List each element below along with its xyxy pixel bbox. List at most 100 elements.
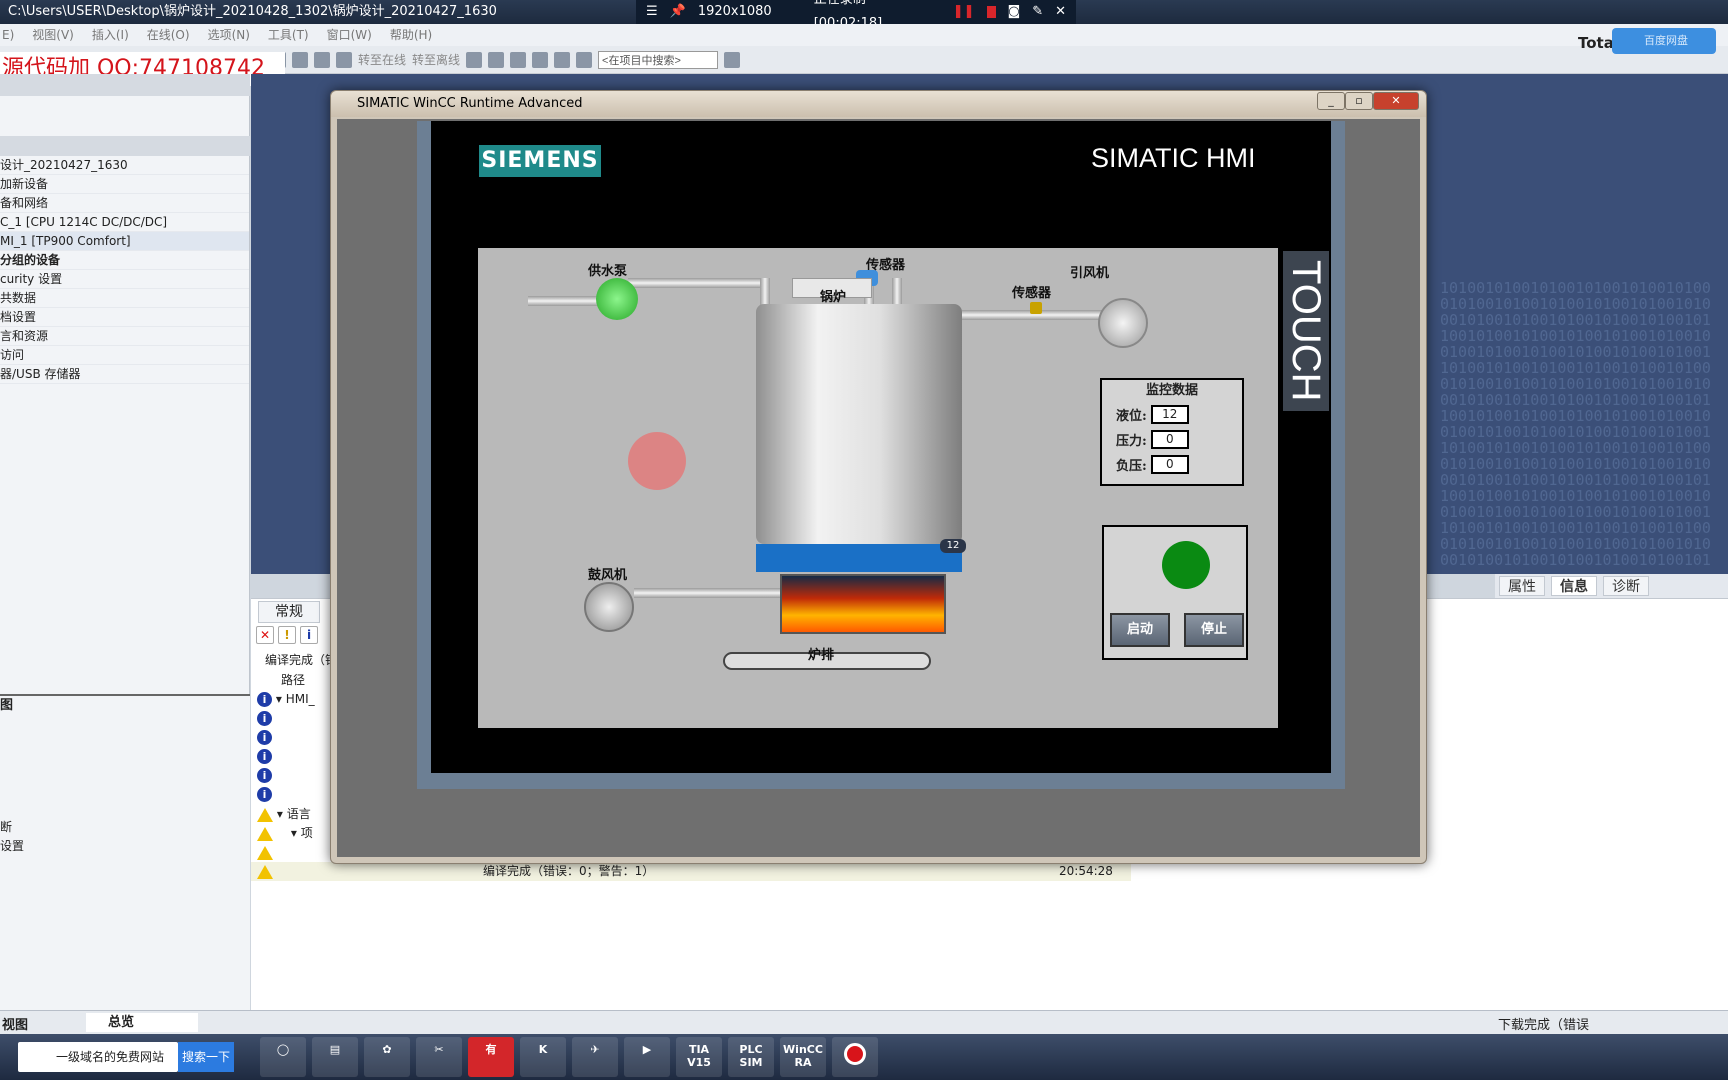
expand-icon[interactable]: ▾ bbox=[291, 826, 297, 840]
menu-item-help[interactable]: 帮助(H) bbox=[390, 24, 432, 46]
negative-pressure-label: 负压: bbox=[1116, 459, 1147, 474]
expand-icon[interactable]: ▾ bbox=[277, 807, 283, 821]
overview-tab[interactable]: 总览 bbox=[86, 1013, 198, 1032]
message-row[interactable]: 编译完成（错误：0；警告：1） 20:54:28 bbox=[251, 862, 1131, 881]
info-icon: i bbox=[257, 711, 272, 726]
binoculars-icon[interactable] bbox=[724, 51, 741, 68]
grate-label: 炉排 bbox=[808, 648, 835, 663]
cloud-icon[interactable]: ✿ bbox=[364, 1037, 410, 1077]
wincc-title-bar: SIMATIC WinCC Runtime Advanced bbox=[331, 91, 1426, 117]
siemens-logo: SIEMENS bbox=[479, 145, 601, 177]
tree-item-security[interactable]: curity 设置 bbox=[0, 270, 249, 289]
project-search-input[interactable] bbox=[598, 50, 719, 69]
player-icon[interactable]: ▶ bbox=[624, 1037, 670, 1077]
menu-item-window[interactable]: 窗口(W) bbox=[327, 24, 372, 46]
stop-record-icon[interactable] bbox=[986, 6, 996, 18]
info-icon: i bbox=[257, 768, 272, 783]
tab-general[interactable]: 常规 bbox=[258, 601, 320, 623]
go-online-button[interactable]: 转至在线 bbox=[358, 51, 406, 68]
window-title: C:\Users\USER\Desktop\锅炉设计_20210428_1302… bbox=[8, 4, 497, 19]
monitor-title: 监控数据 bbox=[1145, 383, 1198, 398]
menu-icon[interactable]: ☰ bbox=[646, 0, 658, 24]
toolbar-icon[interactable] bbox=[532, 51, 549, 68]
tree-item-online-access[interactable]: 访问 bbox=[0, 346, 249, 365]
toolbar-icon[interactable] bbox=[336, 51, 352, 68]
pause-icon[interactable]: ❚❚ bbox=[953, 0, 975, 24]
induced-draft-fan-icon bbox=[1098, 298, 1148, 348]
toolbar-icon[interactable] bbox=[554, 51, 571, 68]
toolbar-icon[interactable] bbox=[466, 51, 483, 68]
details-item[interactable]: 断 bbox=[0, 818, 12, 835]
camera-icon[interactable]: ◙ bbox=[1008, 0, 1021, 24]
details-title: 图 bbox=[0, 698, 14, 713]
stop-button[interactable]: 停止 bbox=[1184, 613, 1244, 647]
tree-item-devices-networks[interactable]: 备和网络 bbox=[0, 194, 249, 213]
recorder-bar: ☰ 📌 1920x1080 正在录制 [00:02:18] ❚❚ ◙ ✎ ✕ bbox=[636, 0, 1076, 31]
expand-icon[interactable]: ▾ bbox=[276, 692, 282, 706]
menu-item-insert[interactable]: 插入(I) bbox=[92, 24, 129, 46]
message-filter-bar: ✕ ! i bbox=[256, 626, 318, 644]
menu-item-online[interactable]: 在线(O) bbox=[147, 24, 190, 46]
toolbar-icon[interactable] bbox=[488, 51, 505, 68]
tree-toolbar bbox=[0, 96, 249, 136]
folder-icon[interactable]: ▤ bbox=[312, 1037, 358, 1077]
negative-pressure-value: 0 bbox=[1150, 455, 1189, 474]
portal-view-link[interactable]: 视图 bbox=[2, 1014, 28, 1033]
wincc-icon[interactable]: WinCC RA bbox=[780, 1037, 826, 1077]
decorative-background: 101001010010100101001010010100 010100101… bbox=[1440, 280, 1711, 569]
toolbar-icon[interactable] bbox=[510, 51, 527, 68]
tree-item-add-device[interactable]: 加新设备 bbox=[0, 175, 249, 194]
runtime-canvas: SIEMENS SIMATIC HMI TOUCH 供水泵 传感器 传感器 引风… bbox=[337, 119, 1420, 857]
info-filter-icon[interactable]: i bbox=[300, 626, 318, 644]
control-panel: 启动 停止 bbox=[1102, 525, 1248, 660]
tree-item-project[interactable]: 设计_20210427_1630 bbox=[0, 156, 249, 175]
pen-icon[interactable]: ✎ bbox=[1032, 0, 1043, 24]
app-icon[interactable]: K bbox=[520, 1037, 566, 1077]
toolbar-icon[interactable] bbox=[314, 51, 330, 68]
tab-diagnostics[interactable]: 诊断 bbox=[1603, 576, 1649, 596]
air-pipe bbox=[634, 588, 780, 598]
details-item[interactable]: 设置 bbox=[0, 837, 24, 854]
warning-filter-icon[interactable]: ! bbox=[278, 626, 296, 644]
tab-info[interactable]: 信息 bbox=[1551, 576, 1597, 596]
level-label: 液位: bbox=[1116, 409, 1147, 424]
tab-properties[interactable]: 属性 bbox=[1499, 576, 1545, 596]
menu-item-tools[interactable]: 工具(T) bbox=[268, 24, 309, 46]
youdao-icon[interactable]: 有 bbox=[468, 1037, 514, 1077]
close-recorder-icon[interactable]: ✕ bbox=[1055, 0, 1066, 24]
app-icon[interactable]: ✈ bbox=[572, 1037, 618, 1077]
search-button[interactable]: 搜索一下 bbox=[178, 1042, 234, 1072]
tree-item-languages[interactable]: 言和资源 bbox=[0, 327, 249, 346]
tree-item-common-data[interactable]: 共数据 bbox=[0, 289, 249, 308]
close-button[interactable]: ✕ bbox=[1373, 92, 1419, 110]
error-filter-icon[interactable]: ✕ bbox=[256, 626, 274, 644]
tree-item-hmi[interactable]: MI_1 [TP900 Comfort] bbox=[0, 232, 249, 251]
monitor-panel: 监控数据 液位: 12 压力: 0 负压: 0 bbox=[1100, 378, 1244, 486]
tree-item-usb[interactable]: 器/USB 存储器 bbox=[0, 365, 249, 384]
toolbar-icon[interactable] bbox=[576, 51, 593, 68]
furnace-fire bbox=[780, 574, 946, 634]
tree-item-doc-settings[interactable]: 档设置 bbox=[0, 308, 249, 327]
boiler-tank bbox=[756, 304, 962, 544]
record-icon[interactable] bbox=[832, 1037, 878, 1077]
go-offline-button[interactable]: 转至离线 bbox=[412, 51, 460, 68]
tia-icon[interactable]: TIA V15 bbox=[676, 1037, 722, 1077]
maximize-button[interactable]: ▫ bbox=[1345, 92, 1373, 110]
pin-icon[interactable]: 📌 bbox=[670, 0, 686, 24]
menu-item-options[interactable]: 选项(N) bbox=[208, 24, 250, 46]
tree-item-ungrouped[interactable]: 分组的设备 bbox=[0, 251, 249, 270]
minimize-button[interactable]: _ bbox=[1317, 92, 1345, 110]
start-button[interactable]: 启动 bbox=[1110, 613, 1170, 647]
cloud-button[interactable]: 百度网盘 bbox=[1612, 28, 1716, 54]
toolbar-icon[interactable] bbox=[292, 51, 308, 68]
app-icon[interactable]: ✂ bbox=[416, 1037, 462, 1077]
panel-header bbox=[0, 74, 250, 96]
download-status: 下载完成（错误 bbox=[1498, 1018, 1590, 1033]
tree-item-plc[interactable]: C_1 [CPU 1214C DC/DC/DC] bbox=[0, 213, 249, 232]
app-icon[interactable]: ◯ bbox=[260, 1037, 306, 1077]
menu-item-edit[interactable]: E) bbox=[2, 24, 14, 46]
plcsim-icon[interactable]: PLC SIM bbox=[728, 1037, 774, 1077]
menu-item-view[interactable]: 视图(V) bbox=[32, 24, 74, 46]
tank-level-badge: 12 bbox=[940, 539, 966, 553]
ie-search-box[interactable]: 一级域名的免费网站 bbox=[18, 1042, 178, 1072]
